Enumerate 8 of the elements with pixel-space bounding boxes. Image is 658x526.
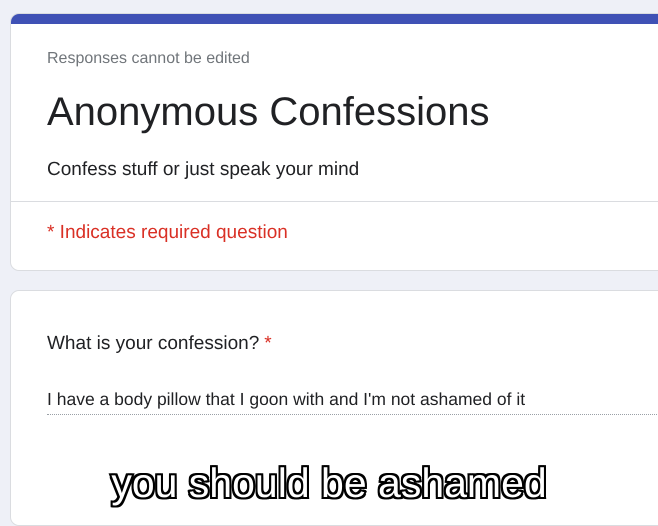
- form-notice: Responses cannot be edited: [47, 50, 251, 68]
- required-note: * Indicates required question: [46, 221, 289, 245]
- required-mark: *: [264, 333, 272, 354]
- form-description: Confess stuff or just speak your mind: [47, 159, 360, 181]
- answer-field[interactable]: I have a body pillow that I goon with and I'm not ashamed of it: [47, 389, 658, 415]
- meme-caption: you should be ashamed: [0, 460, 658, 507]
- question-label: What is your confession?: [47, 333, 260, 354]
- form-title: Anonymous Confessions: [47, 90, 490, 135]
